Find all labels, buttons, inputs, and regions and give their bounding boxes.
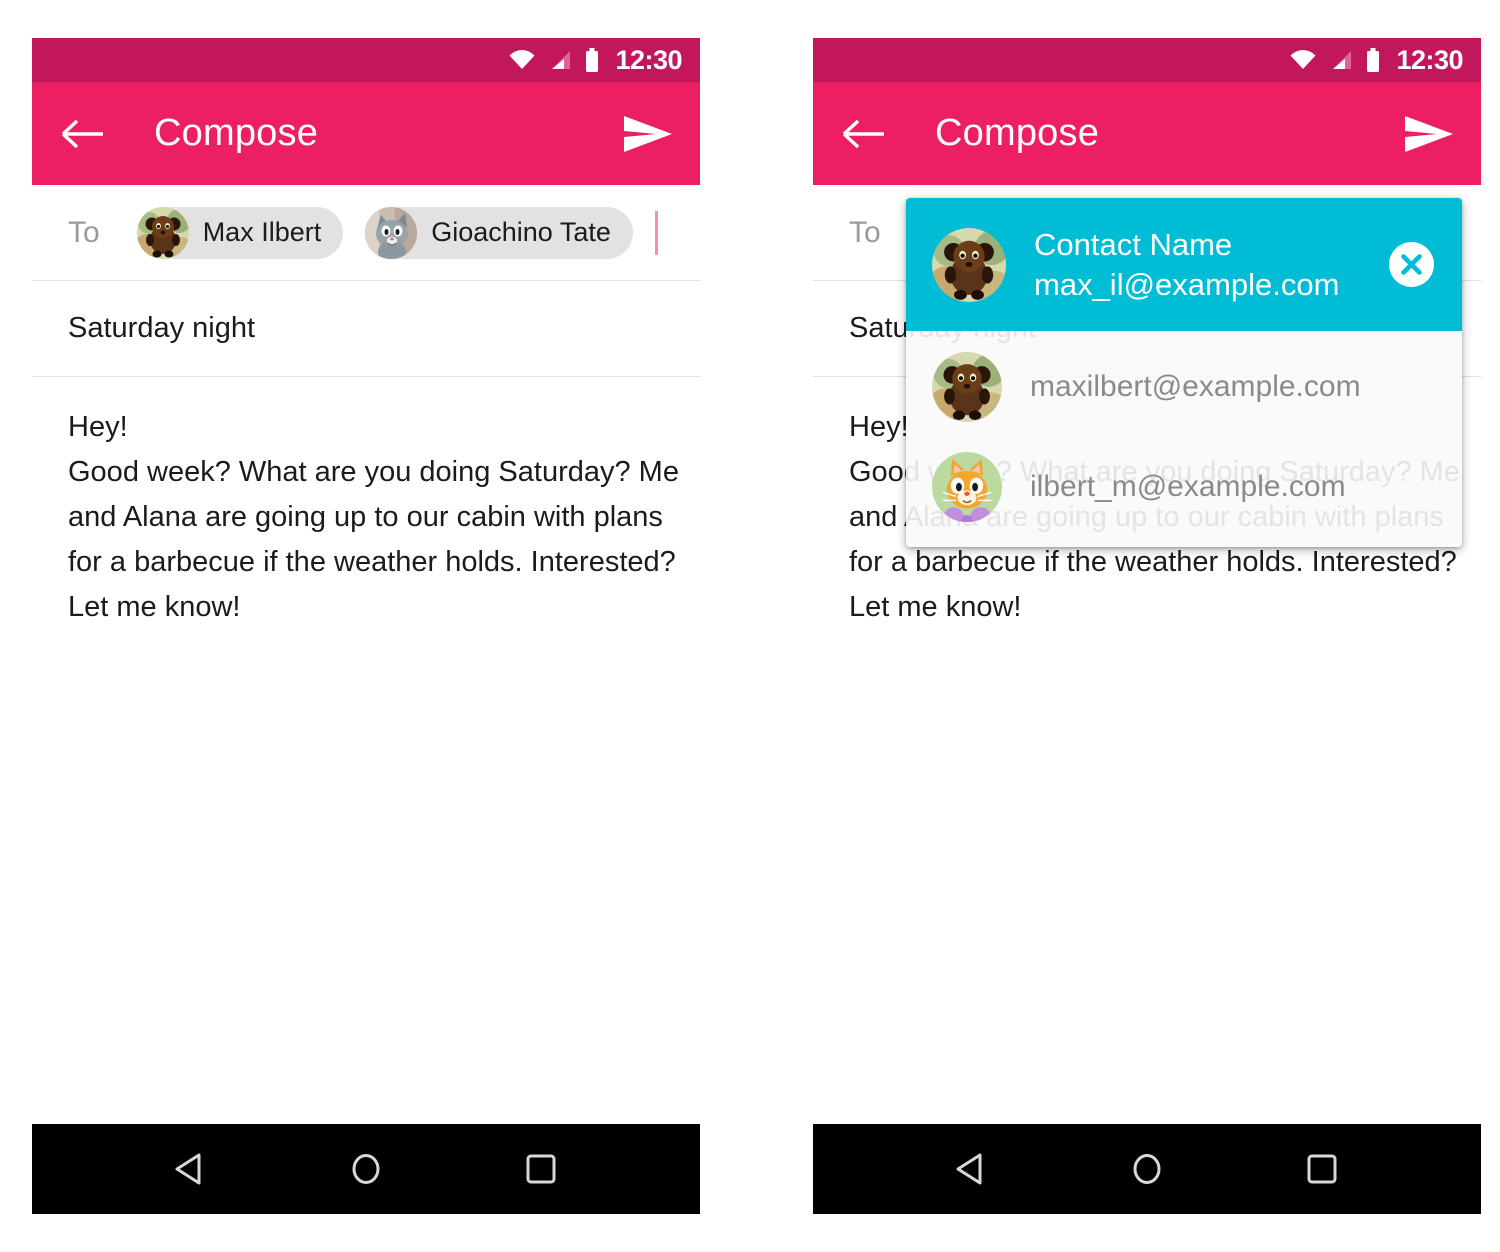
recipient-chip[interactable]: Max Ilbert [136, 206, 344, 259]
back-triangle-icon[interactable] [950, 1147, 994, 1191]
suggestion-email: ilbert_m@example.com [1030, 470, 1346, 503]
status-bar: 12:30 [32, 38, 700, 82]
recipient-name: Gioachino Tate [431, 217, 611, 247]
signal-icon [1333, 51, 1352, 69]
phone-screen-left: 12:30 Compose To Max Ilbert Gioachino Ta… [32, 38, 700, 1214]
app-bar: Compose [32, 82, 700, 185]
phone-screen-right: 12:30 Compose To Saturday night Hey! Goo… [813, 38, 1481, 1214]
home-circle-icon[interactable] [1125, 1147, 1169, 1191]
body-line: and Alana are going up to our cabin with… [68, 501, 663, 533]
popup-contact-name: Contact Name [1034, 226, 1233, 262]
android-nav-bar [813, 1124, 1481, 1214]
page-title: Compose [935, 112, 1100, 154]
to-field-caret [654, 210, 658, 255]
list-item[interactable]: ilbert_m@example.com [906, 437, 1462, 537]
recents-square-icon[interactable] [1300, 1147, 1344, 1191]
subject-text: Saturday night [68, 312, 256, 344]
bear-avatar [932, 352, 1002, 422]
battery-icon [586, 48, 599, 72]
status-bar: 12:30 [813, 38, 1481, 82]
orange-cat-avatar [932, 452, 1002, 522]
body-line: Let me know! [849, 591, 1022, 623]
suggestion-email: maxilbert@example.com [1030, 370, 1361, 403]
send-icon[interactable] [622, 114, 674, 154]
gray-cat-avatar [365, 206, 418, 259]
status-bar-time: 12:30 [615, 44, 682, 75]
list-item[interactable]: maxilbert@example.com [906, 337, 1462, 437]
send-icon[interactable] [1403, 114, 1455, 154]
battery-icon [1367, 48, 1380, 72]
back-arrow-icon[interactable] [843, 119, 885, 149]
body-line: Good week? What are you doing Saturday? … [68, 456, 679, 488]
popup-contact-email: max_il@example.com [1034, 266, 1340, 302]
popup-selected-contact[interactable]: Contact Name max_il@example.com [906, 198, 1462, 331]
screenshot-stage: 12:30 Compose To Max Ilbert Gioachino Ta… [0, 0, 1500, 1252]
body-line: Hey! [68, 411, 128, 443]
to-label: To [849, 215, 881, 249]
back-triangle-icon[interactable] [169, 1147, 213, 1191]
to-field-row[interactable]: To [32, 185, 700, 281]
wifi-icon [1290, 50, 1316, 69]
body-line: for a barbecue if the weather holds. Int… [68, 546, 676, 578]
to-label: To [68, 215, 100, 249]
popup-suggestion-list: maxilbert@example.com ilbert_m@example.c… [906, 331, 1462, 547]
app-bar: Compose [813, 82, 1481, 185]
subject-field-row[interactable]: Saturday night [32, 281, 700, 377]
popup-contact-text: Contact Name max_il@example.com [1034, 225, 1389, 305]
bear-avatar [932, 227, 1006, 302]
home-circle-icon[interactable] [344, 1147, 388, 1191]
back-arrow-icon[interactable] [62, 119, 104, 149]
body-line: Let me know! [68, 591, 241, 623]
recents-square-icon[interactable] [519, 1147, 563, 1191]
close-icon[interactable] [1389, 242, 1434, 287]
recipient-name: Max Ilbert [202, 217, 322, 247]
bear-avatar [136, 206, 189, 259]
signal-icon [552, 51, 571, 69]
wifi-icon [509, 50, 535, 69]
recipient-chip[interactable]: Gioachino Tate [365, 206, 633, 259]
message-body[interactable]: Hey! Good week? What are you doing Satur… [32, 377, 700, 630]
android-nav-bar [32, 1124, 700, 1214]
contact-suggestion-popup: Contact Name max_il@example.com maxilber… [906, 198, 1462, 547]
page-title: Compose [154, 112, 319, 154]
status-bar-time: 12:30 [1396, 44, 1463, 75]
